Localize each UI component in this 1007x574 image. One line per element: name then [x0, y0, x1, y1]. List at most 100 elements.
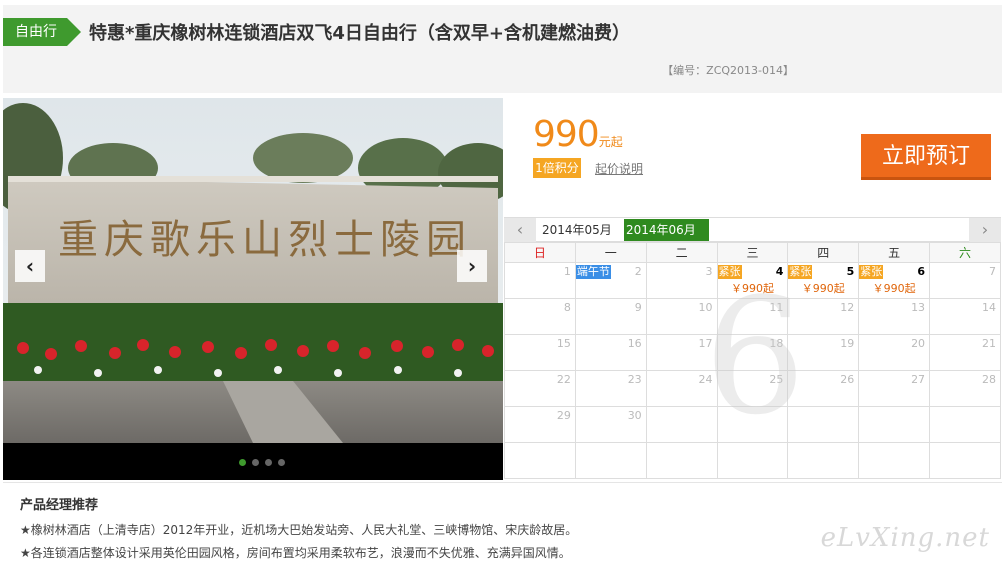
day-number: 24 — [698, 373, 713, 386]
calendar-day-cell: 28 — [929, 370, 1001, 407]
calendar-week-row: 8 9 10 11 12 13 14 — [504, 298, 1001, 335]
calendar-day-cell: 11 — [716, 298, 789, 335]
day-number: 18 — [769, 337, 784, 350]
day-number: 2 — [634, 265, 642, 278]
day-number: 13 — [911, 301, 926, 314]
availability-badge: 紧张 — [788, 265, 813, 279]
calendar-day-cell: 端午节 2 — [574, 262, 647, 299]
site-watermark: eLvXing.net — [820, 523, 990, 553]
calendar-day-cell — [716, 406, 789, 443]
calendar-day-cell — [504, 442, 576, 479]
calendar-day-cell — [716, 442, 789, 479]
product-page: 自由行 特惠*重庆橡树林连锁酒店双飞4日自由行（含双早+含机建燃油费） 【编号：… — [0, 0, 1007, 574]
calendar-day-cell — [787, 442, 860, 479]
gallery-photo: 重庆歌乐山烈士陵园 — [3, 98, 503, 480]
gallery-dot[interactable] — [239, 459, 246, 466]
product-title: 特惠*重庆橡树林连锁酒店双飞4日自由行（含双早+含机建燃油费） — [89, 23, 631, 44]
points-badge: 1倍积分 — [533, 158, 581, 178]
calendar-day-cell[interactable]: 紧张 6 ￥990起 — [858, 262, 931, 299]
calendar-day-cell — [929, 442, 1001, 479]
calendar-day-cell — [858, 406, 931, 443]
calendar-day-cell: 17 — [645, 334, 718, 371]
gallery-dot[interactable] — [252, 459, 259, 466]
weekday-fri: 五 — [858, 242, 931, 263]
day-price: ￥990起 — [801, 282, 845, 295]
price-display: 990元起 — [533, 114, 623, 155]
price-amount: 990 — [533, 114, 600, 155]
photo-gallery: 重庆歌乐山烈士陵园 ‹ › — [3, 98, 503, 480]
calendar-day-cell: 12 — [787, 298, 860, 335]
weekday-thu: 四 — [787, 242, 860, 263]
weekday-header-row: 日 一 二 三 四 五 六 — [504, 242, 1001, 263]
tab-month-june[interactable]: 2014年06月 — [624, 219, 709, 241]
tab-month-may[interactable]: 2014年05月 — [540, 219, 624, 241]
day-number: 20 — [911, 337, 926, 350]
calendar-day-cell — [787, 406, 860, 443]
weekday-tue: 二 — [645, 242, 718, 263]
calendar-day-cell: 21 — [929, 334, 1001, 371]
availability-badge: 紧张 — [859, 265, 884, 279]
day-number: 21 — [982, 337, 996, 350]
calendar-day-cell: 7 — [929, 262, 1001, 299]
manager-recommendation: 产品经理推荐 ★橡树林酒店（上清寺店）2012年开业，近机场大巴始发站旁、人民大… — [3, 482, 1002, 574]
gallery-prev-button[interactable]: ‹ — [15, 250, 45, 282]
gallery-next-button[interactable]: › — [457, 250, 487, 282]
day-number: 17 — [698, 337, 713, 350]
calendar-week-row — [504, 442, 1001, 479]
calendar-day-cell: 19 — [787, 334, 860, 371]
day-number: 25 — [769, 373, 784, 386]
day-number: 7 — [989, 265, 996, 278]
gallery-dot[interactable] — [278, 459, 285, 466]
calendar-day-cell: 1 — [504, 262, 576, 299]
calendar-day-cell: 22 — [504, 370, 576, 407]
product-header: 自由行 特惠*重庆橡树林连锁酒店双飞4日自由行（含双早+含机建燃油费） 【编号：… — [3, 5, 1002, 93]
book-now-button[interactable]: 立即预订 — [861, 134, 991, 180]
weekday-sat: 六 — [929, 242, 1001, 263]
calendar-week-row: 1 端午节 2 3 紧张 4 ￥990起 紧张 5 ￥990起 紧张 6 ￥990起 7 — [504, 262, 1001, 299]
day-number: 4 — [775, 265, 784, 278]
calendar-day-cell: 14 — [929, 298, 1001, 335]
day-number: 1 — [563, 265, 571, 278]
day-number: 26 — [840, 373, 855, 386]
day-price: ￥990起 — [872, 282, 916, 295]
departure-calendar: ‹ 2014年05月 2014年06月 › 日 一 二 三 四 五 六 1 端午节… — [504, 217, 1001, 480]
festival-label: 端午节 — [575, 265, 611, 279]
day-number: 19 — [840, 337, 855, 350]
gallery-dot[interactable] — [265, 459, 272, 466]
svg-text:重庆歌乐山烈士陵园: 重庆歌乐山烈士陵园 — [58, 217, 472, 263]
calendar-day-cell[interactable]: 紧张 4 ￥990起 — [716, 262, 789, 299]
calendar-day-cell[interactable]: 紧张 5 ￥990起 — [787, 262, 860, 299]
day-number: 5 — [846, 265, 855, 278]
day-number: 23 — [627, 373, 642, 386]
day-number: 3 — [705, 265, 713, 278]
calendar-day-cell: 18 — [716, 334, 789, 371]
calendar-day-cell: 8 — [504, 298, 576, 335]
calendar-day-cell — [645, 442, 718, 479]
day-number: 14 — [982, 301, 996, 314]
calendar-day-cell: 15 — [504, 334, 576, 371]
day-number: 12 — [840, 301, 855, 314]
recommend-line: ★橡树林酒店（上清寺店）2012年开业，近机场大巴始发站旁、人民大礼堂、三峡博物… — [20, 523, 578, 537]
calendar-day-cell: 23 — [574, 370, 647, 407]
recommend-title: 产品经理推荐 — [20, 498, 99, 513]
day-number: 28 — [982, 373, 996, 386]
gallery-pagination — [3, 459, 503, 466]
weekday-mon: 一 — [574, 242, 647, 263]
calendar-day-cell: 29 — [504, 406, 576, 443]
category-tag: 自由行 — [3, 18, 81, 46]
weekday-wed: 三 — [716, 242, 789, 263]
calendar-prev-icon[interactable]: ‹ — [504, 218, 536, 242]
price-note-link[interactable]: 起价说明 — [595, 160, 643, 177]
calendar-body: 1 端午节 2 3 紧张 4 ￥990起 紧张 5 ￥990起 紧张 6 ￥990起 7 8 9 10 11 12 1… — [504, 262, 1001, 479]
calendar-week-row: 22 23 24 25 26 27 28 — [504, 370, 1001, 407]
calendar-next-icon[interactable]: › — [969, 218, 1001, 242]
calendar-day-cell — [858, 442, 931, 479]
calendar-day-cell: 9 — [574, 298, 647, 335]
day-number: 8 — [563, 301, 571, 314]
calendar-day-cell: 30 — [574, 406, 647, 443]
calendar-day-cell: 26 — [787, 370, 860, 407]
availability-badge: 紧张 — [717, 265, 742, 279]
calendar-day-cell: 25 — [716, 370, 789, 407]
calendar-day-cell — [645, 406, 718, 443]
calendar-grid: 日 一 二 三 四 五 六 1 端午节 2 3 紧张 4 ￥990起 紧张 5 ￥990起 紧张 6 ￥… — [504, 242, 1001, 479]
